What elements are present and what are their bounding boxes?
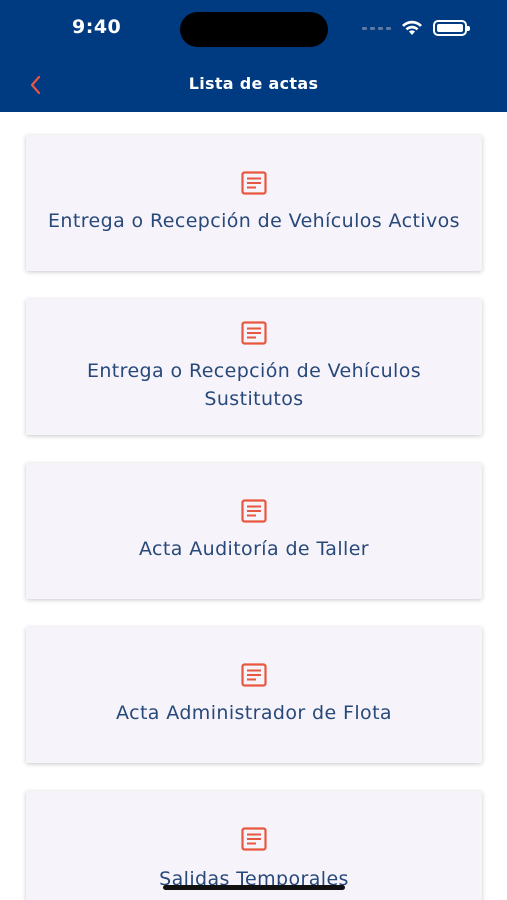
header-bar: 9:40 Lista de actas (0, 0, 507, 112)
acta-card-vehiculos-sustitutos[interactable]: Entrega o Recepción de Vehículos Sustitu… (26, 299, 482, 435)
document-icon (241, 827, 267, 851)
battery-icon (433, 20, 470, 36)
acta-card-administrador-flota[interactable]: Acta Administrador de Flota (26, 627, 482, 763)
card-label: Entrega o Recepción de Vehículos Activos (48, 210, 460, 232)
page-title: Lista de actas (188, 74, 319, 93)
card-label: Acta Administrador de Flota (116, 702, 392, 724)
signal-icon (362, 26, 391, 30)
document-icon (241, 663, 267, 687)
acta-card-salidas-temporales[interactable]: Salidas Temporales (26, 791, 482, 900)
acta-card-vehiculos-activos[interactable]: Entrega o Recepción de Vehículos Activos (26, 135, 482, 271)
document-icon (241, 171, 267, 195)
wifi-icon (402, 20, 422, 35)
card-label: Acta Auditoría de Taller (138, 538, 370, 560)
app-screen: 9:40 Lista de actas Entrega o Recepción … (0, 0, 507, 900)
status-icons (362, 20, 470, 36)
status-time: 9:40 (72, 16, 122, 38)
card-label: Entrega o Recepción de Vehículos Sustitu… (86, 360, 422, 410)
document-icon (241, 499, 267, 523)
acta-card-auditoria-taller[interactable]: Acta Auditoría de Taller (26, 463, 482, 599)
document-icon (241, 321, 267, 345)
home-indicator[interactable] (163, 885, 345, 890)
dynamic-island (180, 12, 328, 47)
